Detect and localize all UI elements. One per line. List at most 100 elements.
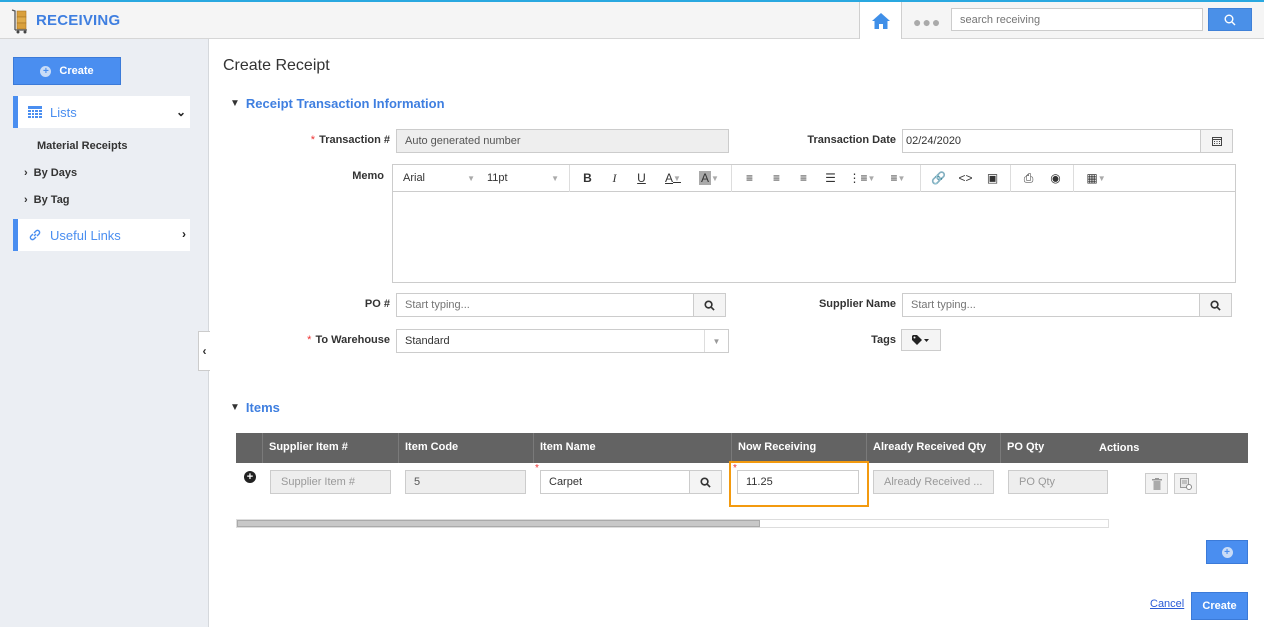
supplier-search-button[interactable]: [1199, 293, 1232, 317]
memo-text-area[interactable]: [393, 192, 1235, 282]
now-receiving-input[interactable]: 11.25: [737, 470, 859, 494]
supplier-name-input[interactable]: [902, 293, 1200, 317]
background-color-icon[interactable]: A ▼: [691, 165, 727, 192]
align-right-icon[interactable]: ≡: [790, 165, 817, 192]
main-content: Create Receipt ▼ Receipt Transaction Inf…: [210, 39, 1264, 627]
search-icon: [700, 476, 711, 488]
page-title: Create Receipt: [223, 57, 330, 74]
calendar-button[interactable]: [1200, 129, 1233, 153]
search-icon: [1224, 14, 1236, 25]
font-family-select[interactable]: Arial ▼: [397, 172, 481, 184]
add-item-row-icon[interactable]: +: [244, 471, 256, 483]
search-input[interactable]: [951, 8, 1203, 31]
sidebar-item-label: Lists: [50, 104, 77, 120]
print-icon[interactable]: ⎙: [1015, 165, 1042, 192]
underline-icon[interactable]: U: [628, 165, 655, 192]
italic-icon[interactable]: I: [601, 165, 628, 192]
cancel-link[interactable]: Cancel: [1150, 598, 1184, 610]
add-item-button[interactable]: +: [1206, 540, 1248, 564]
caret-down-icon: ▼: [467, 173, 475, 183]
create-submit-button[interactable]: Create: [1191, 592, 1248, 620]
items-table-header: Supplier Item # Item Code Item Name Now …: [236, 433, 1248, 463]
transaction-number-field: Auto generated number: [396, 129, 729, 153]
sidebar-link-material-receipts[interactable]: Material Receipts: [37, 140, 127, 152]
warehouse-label: * To Warehouse: [307, 334, 390, 346]
font-size-select[interactable]: 11pt ▼: [481, 172, 565, 184]
po-number-input[interactable]: [396, 293, 694, 317]
sidebar-item-useful-links[interactable]: Useful Links ›: [13, 219, 190, 251]
app-title: RECEIVING: [36, 11, 121, 29]
sidebar-item-label: Useful Links: [50, 227, 121, 243]
chevron-down-icon: ⌄: [175, 105, 186, 119]
sidebar-collapse-button[interactable]: ‹: [198, 331, 210, 371]
required-marker: *: [535, 463, 539, 474]
memo-label: Memo: [352, 170, 384, 182]
sidebar-link-by-days[interactable]: › By Days: [24, 167, 77, 179]
search-icon: [704, 299, 715, 311]
chevron-left-icon: ‹: [202, 344, 207, 358]
memo-editor: Arial ▼ 11pt ▼ B I U A ▼ A ▼ ≡ ≡ ≡ ☰ ⋮≡ ▼ …: [392, 164, 1236, 283]
supplier-item-field[interactable]: Supplier Item #: [270, 470, 391, 494]
table-icon[interactable]: ▦ ▼: [1078, 165, 1114, 192]
home-icon: [871, 12, 890, 29]
bold-icon[interactable]: B: [574, 165, 601, 192]
chevron-down-icon: ▼: [230, 98, 240, 109]
caret-down-icon: ▼: [551, 173, 559, 183]
column-header: PO Qty: [1000, 433, 1100, 463]
column-header: Supplier Item #: [262, 433, 398, 463]
po-search-button[interactable]: [693, 293, 726, 317]
transaction-date-field[interactable]: 02/24/2020: [902, 129, 1201, 153]
preview-eye-icon[interactable]: ◉: [1042, 165, 1069, 192]
top-bar: RECEIVING ●●●: [0, 0, 1264, 39]
app-brand[interactable]: RECEIVING: [10, 6, 120, 34]
po-label: PO #: [364, 298, 390, 310]
image-icon[interactable]: ▣: [979, 165, 1006, 192]
link-icon[interactable]: 🔗: [925, 165, 952, 192]
sidebar-item-lists[interactable]: Lists ⌄: [13, 96, 190, 128]
sidebar-link-by-tag[interactable]: › By Tag: [24, 194, 70, 206]
scrollbar-thumb[interactable]: [237, 520, 760, 527]
code-icon[interactable]: <>: [952, 165, 979, 192]
column-header: Item Name: [533, 433, 731, 463]
transaction-label: * Transaction #: [310, 134, 390, 146]
home-button[interactable]: [859, 2, 902, 39]
item-name-search-button[interactable]: [689, 470, 722, 494]
plus-circle-icon: +: [40, 65, 52, 77]
plus-circle-icon: +: [1221, 546, 1233, 558]
numbered-list-icon[interactable]: ≡ ▼: [880, 165, 916, 192]
already-received-qty-field: Already Received ...: [873, 470, 994, 494]
table-horizontal-scrollbar[interactable]: [236, 519, 1109, 528]
item-name-input[interactable]: Carpet: [540, 470, 690, 494]
sidebar-create-button[interactable]: + Create: [13, 57, 121, 85]
sidebar: + Create Lists ⌄ Material Receipts › By …: [0, 39, 209, 627]
column-header: Actions: [1099, 442, 1140, 454]
section-receipt-transaction[interactable]: ▼ Receipt Transaction Information: [230, 96, 445, 111]
toolbar-divider: [569, 164, 570, 192]
column-header: Already Received Qty: [866, 433, 1000, 463]
align-justify-icon[interactable]: ☰: [817, 165, 844, 192]
warehouse-select[interactable]: Standard ▼: [396, 329, 729, 353]
row-details-button[interactable]: [1174, 473, 1197, 494]
po-qty-field: PO Qty: [1008, 470, 1108, 494]
section-items[interactable]: ▼ Items: [230, 400, 280, 415]
chevron-right-icon: ›: [182, 227, 186, 241]
calendar-icon: [1211, 137, 1222, 146]
tags-dropdown-button[interactable]: [901, 329, 941, 351]
delete-row-button[interactable]: [1145, 473, 1168, 494]
table-icon: [28, 106, 42, 118]
toolbar-divider: [920, 164, 921, 192]
text-color-icon[interactable]: A ▼: [655, 165, 691, 192]
chevron-right-icon: ›: [24, 194, 28, 206]
trash-icon: [1151, 477, 1162, 490]
more-options-icon[interactable]: ●●●: [913, 14, 941, 30]
align-left-icon[interactable]: ≡: [736, 165, 763, 192]
hand-truck-icon: [10, 8, 30, 34]
supplier-name-label: Supplier Name: [818, 298, 896, 310]
align-center-icon[interactable]: ≡: [763, 165, 790, 192]
bullet-list-icon[interactable]: ⋮≡ ▼: [844, 165, 880, 192]
chevron-down-icon: ▼: [230, 402, 240, 413]
search-button[interactable]: [1208, 8, 1252, 31]
transaction-date-label: Transaction Date: [807, 134, 896, 146]
chevron-right-icon: ›: [24, 167, 28, 179]
search-icon: [1210, 299, 1221, 311]
